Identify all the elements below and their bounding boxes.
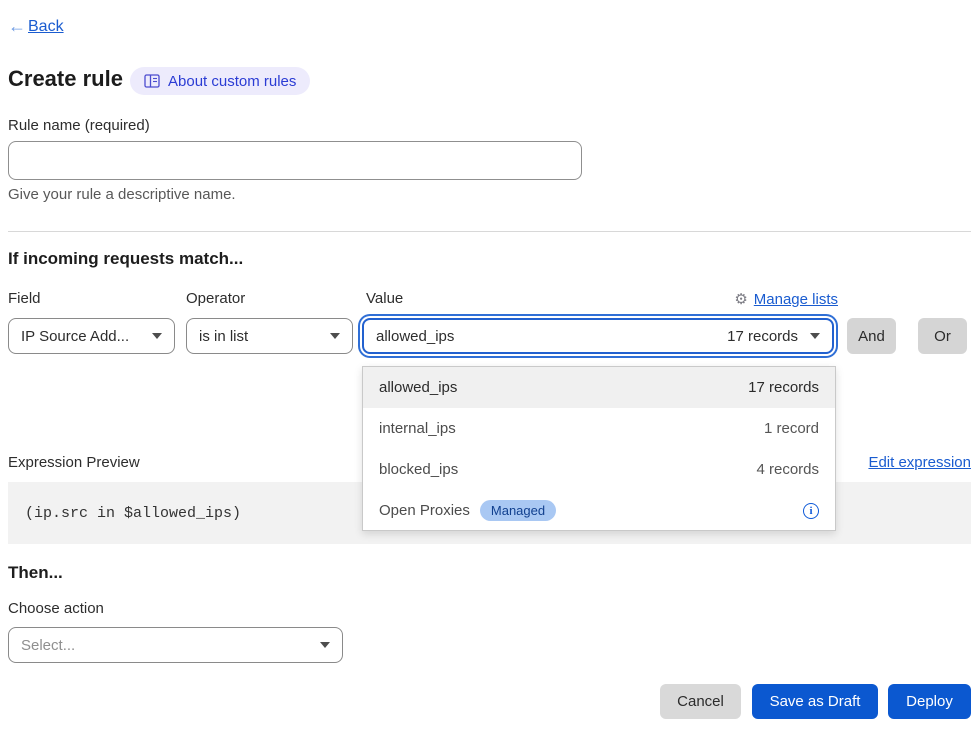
match-section-heading: If incoming requests match...: [8, 249, 243, 269]
action-select[interactable]: Select...: [8, 627, 343, 663]
chevron-down-icon: [152, 333, 162, 339]
list-option-name: Open Proxies: [379, 502, 470, 519]
operator-select[interactable]: is in list: [186, 318, 353, 354]
managed-badge: Managed: [480, 500, 556, 521]
field-select[interactable]: IP Source Add...: [8, 318, 175, 354]
page-title: Create rule: [8, 66, 123, 92]
info-icon[interactable]: i: [803, 503, 819, 519]
choose-action-label: Choose action: [8, 600, 104, 617]
list-option-name: internal_ips: [379, 420, 456, 437]
deploy-button[interactable]: Deploy: [888, 684, 971, 719]
save-as-draft-button[interactable]: Save as Draft: [752, 684, 878, 719]
or-button[interactable]: Or: [918, 318, 967, 354]
value-select-record-count: 17 records: [727, 328, 798, 345]
list-option-record-count: 1 record: [764, 420, 819, 437]
value-dropdown-panel: allowed_ips 17 records internal_ips 1 re…: [362, 366, 836, 531]
expression-preview-label: Expression Preview: [8, 454, 140, 471]
operator-select-value: is in list: [199, 328, 248, 345]
operator-label: Operator: [186, 290, 245, 307]
rule-name-input[interactable]: [8, 141, 582, 180]
create-rule-page: ←Back Create rule About custom rules Rul…: [0, 0, 979, 739]
manage-lists-link[interactable]: ⚙ Manage lists: [734, 290, 838, 308]
book-icon: [144, 74, 160, 88]
back-link[interactable]: ←Back: [8, 16, 64, 37]
cancel-button[interactable]: Cancel: [660, 684, 741, 719]
manage-lists-label: Manage lists: [754, 291, 838, 308]
and-button[interactable]: And: [847, 318, 896, 354]
field-label: Field: [8, 290, 41, 307]
chevron-down-icon: [320, 642, 330, 648]
value-select-value: allowed_ips: [376, 328, 454, 345]
chevron-down-icon: [330, 333, 340, 339]
list-option-internal-ips[interactable]: internal_ips 1 record: [363, 408, 835, 449]
list-option-open-proxies[interactable]: Open Proxies Managed i: [363, 490, 835, 531]
action-select-placeholder: Select...: [21, 637, 75, 654]
gear-icon: ⚙: [734, 290, 747, 308]
list-option-blocked-ips[interactable]: blocked_ips 4 records: [363, 449, 835, 490]
expression-code: (ip.src in $allowed_ips): [25, 505, 241, 522]
list-option-allowed-ips[interactable]: allowed_ips 17 records: [363, 367, 835, 408]
back-arrow-icon: ←: [8, 16, 26, 37]
value-label: Value: [366, 290, 403, 307]
list-option-record-count: 17 records: [748, 379, 819, 396]
field-select-value: IP Source Add...: [21, 328, 129, 345]
back-link-label: Back: [28, 18, 64, 36]
rule-name-label: Rule name (required): [8, 117, 150, 134]
value-select[interactable]: allowed_ips 17 records: [362, 318, 834, 354]
section-divider: [8, 231, 971, 232]
list-option-name: allowed_ips: [379, 379, 457, 396]
edit-expression-link[interactable]: Edit expression: [868, 454, 971, 471]
about-custom-rules-link[interactable]: About custom rules: [130, 67, 310, 95]
chevron-down-icon: [810, 333, 820, 339]
about-badge-label: About custom rules: [168, 73, 296, 90]
list-option-name: blocked_ips: [379, 461, 458, 478]
then-section-heading: Then...: [8, 563, 63, 583]
list-option-record-count: 4 records: [756, 461, 819, 478]
rule-name-helper-text: Give your rule a descriptive name.: [8, 186, 236, 203]
